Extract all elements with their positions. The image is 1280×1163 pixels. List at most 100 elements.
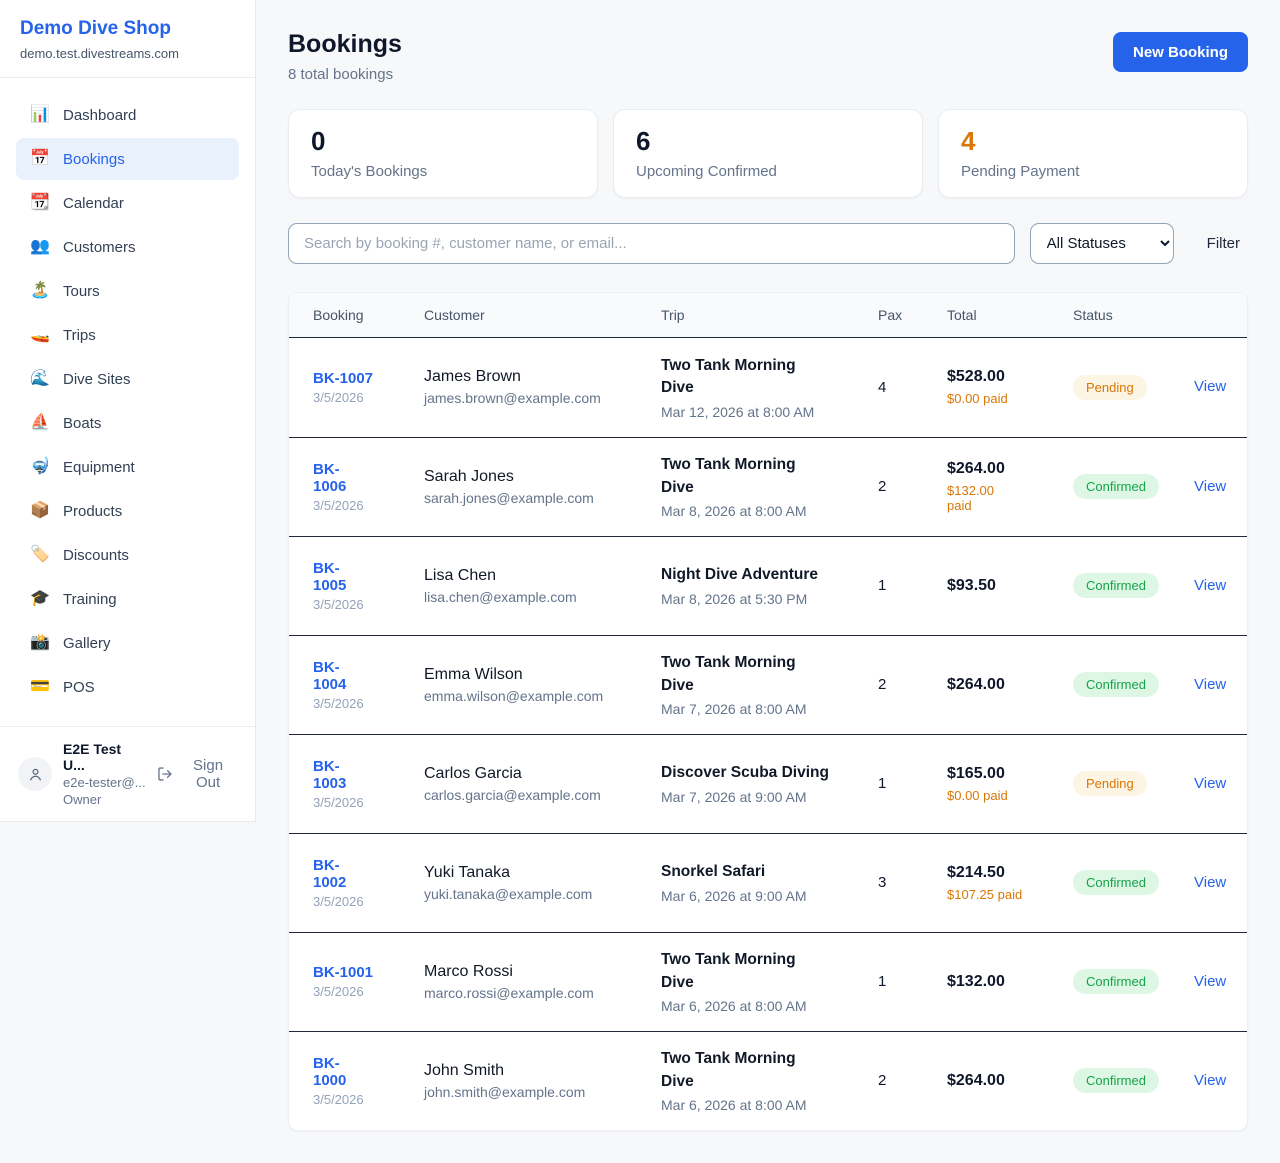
sidebar-item-products[interactable]: 📦 Products — [16, 490, 239, 532]
user-name: E2E Test U... — [63, 741, 146, 773]
sidebar-item-label: Dashboard — [63, 107, 136, 124]
action-cell: View — [1194, 577, 1223, 595]
status-badge: Confirmed — [1073, 573, 1159, 598]
sidebar-item-calendar[interactable]: 📆 Calendar — [16, 182, 239, 224]
total-amount: $528.00 — [947, 368, 1061, 386]
booking-cell: BK- 1005 3/5/2026 — [313, 560, 424, 612]
sidebar-item-gallery[interactable]: 📸 Gallery — [16, 622, 239, 664]
customer-cell: John Smith john.smith@example.com — [424, 1062, 661, 1100]
trip-cell: Two Tank Morning Dive Mar 7, 2026 at 8:0… — [661, 652, 878, 717]
brand-title[interactable]: Demo Dive Shop — [20, 18, 235, 40]
total-cell: $264.00 — [947, 676, 1073, 694]
booking-id-link[interactable]: BK-1007 — [313, 370, 373, 387]
status-cell: Confirmed — [1073, 969, 1194, 994]
view-link[interactable]: View — [1194, 577, 1226, 594]
sidebar-item-training[interactable]: 🎓 Training — [16, 578, 239, 620]
sidebar-item-label: Gallery — [63, 635, 111, 652]
sign-out-button[interactable]: Sign Out — [157, 757, 237, 791]
bar-chart-icon: 📊 — [30, 107, 50, 123]
paid-amount: $132.00 paid — [947, 483, 1037, 513]
trip-name: Two Tank Morning Dive — [661, 454, 829, 499]
view-link[interactable]: View — [1194, 1072, 1226, 1089]
page-header: Bookings 8 total bookings New Booking — [288, 30, 1248, 83]
sidebar-item-customers[interactable]: 👥 Customers — [16, 226, 239, 268]
sidebar-item-equipment[interactable]: 🤿 Equipment — [16, 446, 239, 488]
table-row[interactable]: BK-1007 3/5/2026 James Brown james.brown… — [289, 338, 1247, 437]
total-cell: $165.00 $0.00 paid — [947, 765, 1073, 803]
table-row[interactable]: BK-1001 3/5/2026 Marco Rossi marco.rossi… — [289, 932, 1247, 1031]
trip-name: Night Dive Adventure — [661, 564, 829, 586]
stat-card: 0 Today's Bookings — [288, 109, 598, 198]
sidebar-item-trips[interactable]: 🚤 Trips — [16, 314, 239, 356]
trip-datetime: Mar 6, 2026 at 8:00 AM — [661, 1097, 866, 1113]
status-cell: Confirmed — [1073, 870, 1194, 895]
trip-cell: Snorkel Safari Mar 6, 2026 at 9:00 AM — [661, 861, 878, 903]
graduation-cap-icon: 🎓 — [30, 591, 50, 607]
sidebar-item-dive-sites[interactable]: 🌊 Dive Sites — [16, 358, 239, 400]
action-cell: View — [1194, 478, 1223, 496]
sidebar-item-discounts[interactable]: 🏷️ Discounts — [16, 534, 239, 576]
booking-id-link[interactable]: BK- 1006 — [313, 461, 346, 495]
table-header-row: BookingCustomerTripPaxTotalStatus — [289, 293, 1247, 338]
sailboat-icon: ⛵ — [30, 415, 50, 431]
sidebar-item-pos[interactable]: 💳 POS — [16, 666, 239, 708]
table-row[interactable]: BK- 1006 3/5/2026 Sarah Jones sarah.jone… — [289, 437, 1247, 536]
paid-amount: $0.00 paid — [947, 788, 1037, 803]
calendar-icon: 📅 — [30, 151, 50, 167]
trip-datetime: Mar 7, 2026 at 9:00 AM — [661, 789, 866, 805]
trip-datetime: Mar 8, 2026 at 5:30 PM — [661, 591, 866, 607]
sidebar-item-boats[interactable]: ⛵ Boats — [16, 402, 239, 444]
avatar — [18, 757, 52, 791]
view-link[interactable]: View — [1194, 478, 1226, 495]
customer-email: sarah.jones@example.com — [424, 490, 649, 506]
wave-icon: 🌊 — [30, 371, 50, 387]
status-filter-select[interactable]: All Statuses — [1030, 223, 1174, 264]
booking-id-link[interactable]: BK- 1005 — [313, 560, 346, 594]
table-row[interactable]: BK- 1002 3/5/2026 Yuki Tanaka yuki.tanak… — [289, 833, 1247, 932]
booking-date: 3/5/2026 — [313, 696, 412, 711]
new-booking-button[interactable]: New Booking — [1113, 32, 1248, 72]
view-link[interactable]: View — [1194, 973, 1226, 990]
table-row[interactable]: BK- 1000 3/5/2026 John Smith john.smith@… — [289, 1031, 1247, 1130]
sidebar-item-label: Products — [63, 503, 122, 520]
view-link[interactable]: View — [1194, 378, 1226, 395]
total-amount: $165.00 — [947, 765, 1061, 783]
user-info: E2E Test U... e2e-tester@... Owner — [63, 741, 146, 807]
column-header — [1194, 293, 1223, 337]
booking-id-link[interactable]: BK- 1000 — [313, 1055, 346, 1089]
customer-email: emma.wilson@example.com — [424, 688, 649, 704]
filter-button[interactable]: Filter — [1189, 235, 1248, 252]
table-row[interactable]: BK- 1005 3/5/2026 Lisa Chen lisa.chen@ex… — [289, 536, 1247, 635]
sidebar-item-dashboard[interactable]: 📊 Dashboard — [16, 94, 239, 136]
pax-count: 2 — [878, 1072, 947, 1089]
customer-cell: Sarah Jones sarah.jones@example.com — [424, 468, 661, 506]
sidebar-item-label: Discounts — [63, 547, 129, 564]
customer-cell: James Brown james.brown@example.com — [424, 368, 661, 406]
table-row[interactable]: BK- 1004 3/5/2026 Emma Wilson emma.wilso… — [289, 635, 1247, 734]
customer-name: Emma Wilson — [424, 666, 649, 684]
trip-datetime: Mar 6, 2026 at 8:00 AM — [661, 998, 866, 1014]
booking-id-link[interactable]: BK- 1003 — [313, 758, 346, 792]
total-cell: $214.50 $107.25 paid — [947, 864, 1073, 902]
trip-name: Two Tank Morning Dive — [661, 1048, 829, 1093]
sidebar-item-bookings[interactable]: 📅 Bookings — [16, 138, 239, 180]
status-cell: Confirmed — [1073, 1068, 1194, 1093]
table-row[interactable]: BK- 1003 3/5/2026 Carlos Garcia carlos.g… — [289, 734, 1247, 833]
view-link[interactable]: View — [1194, 874, 1226, 891]
sidebar-item-label: Calendar — [63, 195, 124, 212]
sidebar-item-tours[interactable]: 🏝️ Tours — [16, 270, 239, 312]
booking-date: 3/5/2026 — [313, 390, 412, 405]
stat-card: 4 Pending Payment — [938, 109, 1248, 198]
booking-id-link[interactable]: BK-1001 — [313, 964, 373, 981]
action-cell: View — [1194, 874, 1223, 892]
action-cell: View — [1194, 1072, 1223, 1090]
person-icon — [27, 766, 44, 783]
bookings-table: BookingCustomerTripPaxTotalStatus BK-100… — [288, 292, 1248, 1131]
search-input[interactable] — [288, 223, 1015, 264]
view-link[interactable]: View — [1194, 676, 1226, 693]
trip-cell: Two Tank Morning Dive Mar 8, 2026 at 8:0… — [661, 454, 878, 519]
view-link[interactable]: View — [1194, 775, 1226, 792]
booking-id-link[interactable]: BK- 1002 — [313, 857, 346, 891]
booking-id-link[interactable]: BK- 1004 — [313, 659, 346, 693]
status-badge: Pending — [1073, 771, 1147, 796]
